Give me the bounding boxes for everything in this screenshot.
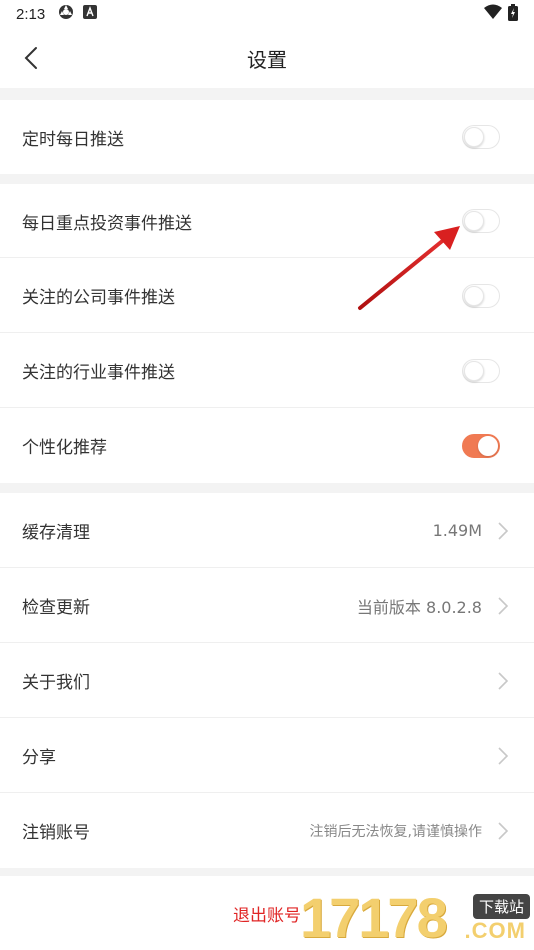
settings-row-clear-cache[interactable]: 缓存清理 1.49M [0,493,534,568]
annotation-arrow-icon [358,226,460,310]
toggle-knob [464,360,484,381]
row-label: 定时每日推送 [22,129,124,150]
row-label: 缓存清理 [22,523,90,543]
chevron-right-icon [498,596,509,615]
row-label: 每日重点投资事件推送 [22,213,192,234]
logout-label: 退出账号 [233,905,301,926]
toggle-knob [478,435,498,456]
watermark-domain: .COM [464,918,526,943]
settings-row-delete-account[interactable]: 注销账号 注销后无法恢复,请谨慎操作 [0,793,534,868]
settings-row-daily-push[interactable]: 定时每日推送 [0,100,534,174]
chevron-right-icon [498,671,509,690]
row-label: 分享 [22,748,56,768]
row-label: 关注的公司事件推送 [22,288,175,308]
toggle-daily-push[interactable] [462,125,500,149]
battery-icon [508,3,518,25]
status-bar: 2:13 [0,0,534,28]
settings-row-check-update[interactable]: 检查更新 当前版本 8.0.2.8 [0,568,534,643]
row-label: 关于我们 [22,673,90,693]
chevron-right-icon [498,521,509,540]
chevron-right-icon [498,821,509,840]
section-divider [0,88,534,100]
watermark-digits: 17178 [300,886,448,949]
section-divider [0,868,534,876]
toggle-industry-events[interactable] [462,358,500,383]
section-divider [0,174,534,184]
top-nav-bar: 设置 [0,28,534,88]
cache-size-value: 1.49M [432,521,482,540]
version-value: 当前版本 8.0.2.8 [356,597,482,617]
toggle-knob [464,127,484,147]
row-label: 检查更新 [22,598,90,618]
section-divider [0,483,534,493]
settings-row-share[interactable]: 分享 [0,718,534,793]
watermark-logo: 17178 下载站 .COM [300,888,530,948]
status-time: 2:13 [16,5,46,23]
settings-gear-icon [57,3,75,25]
wifi-icon [484,4,502,24]
row-label: 注销账号 [22,823,90,843]
page-title: 设置 [247,47,287,72]
chevron-left-icon [24,47,37,69]
delete-account-warning: 注销后无法恢复,请谨慎操作 [309,823,482,840]
chevron-right-icon [498,746,509,765]
settings-row-personalized[interactable]: 个性化推荐 [0,408,534,483]
toggle-personalized[interactable] [462,433,500,458]
watermark-badge: 下载站 [472,894,530,919]
row-label: 关注的行业事件推送 [22,363,175,383]
settings-row-industry-events[interactable]: 关注的行业事件推送 [0,333,534,408]
back-button[interactable] [18,44,46,72]
app-notification-icon [83,5,98,23]
settings-row-about-us[interactable]: 关于我们 [0,643,534,718]
row-label: 个性化推荐 [22,438,107,458]
